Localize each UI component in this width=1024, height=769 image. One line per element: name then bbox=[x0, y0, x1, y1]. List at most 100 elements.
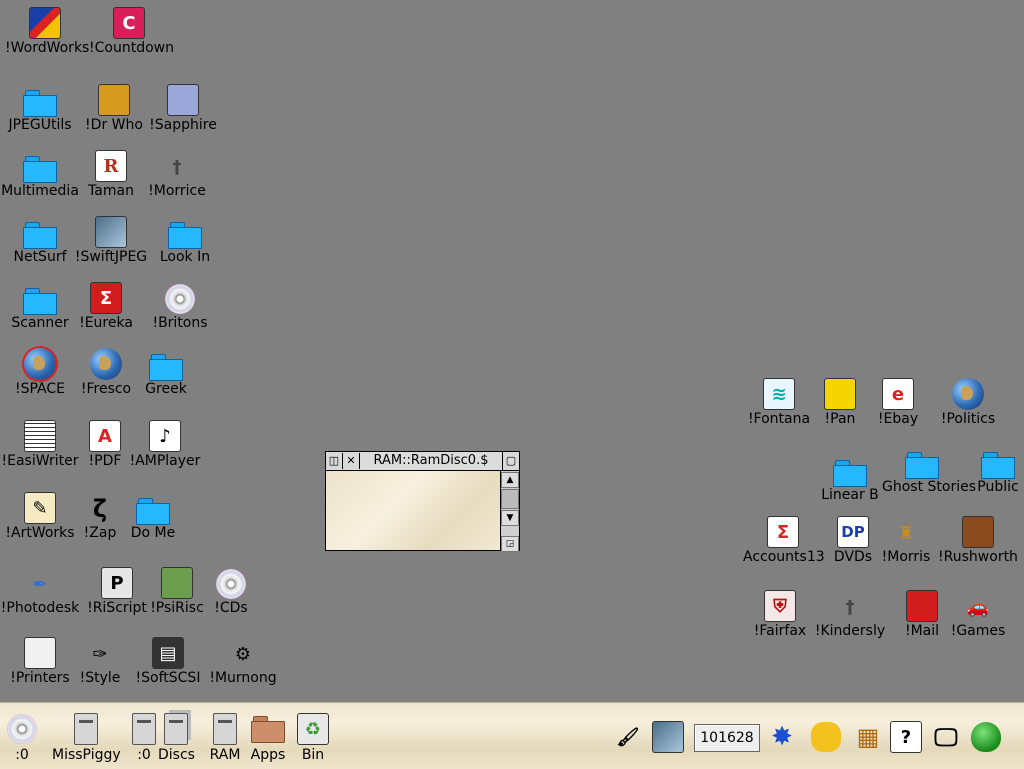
filer-work-area[interactable] bbox=[326, 471, 500, 550]
desktop-icon-label: !Dr Who bbox=[85, 117, 143, 133]
desktop-icon-label: !WordWorks bbox=[5, 40, 90, 56]
desktop-icon[interactable]: !SwiftJPEG bbox=[71, 214, 151, 265]
back-icon[interactable]: ◫ bbox=[326, 453, 343, 469]
desktop-icon[interactable]: ▤ !SoftSCSI bbox=[128, 635, 208, 686]
psion-icon bbox=[161, 567, 193, 599]
desktop-icon-label: !Morris bbox=[881, 549, 931, 565]
filer-window[interactable]: ◫ ✕ RAM::RamDisc0.$ ▢ ▲ ▼ ◲ bbox=[325, 451, 520, 552]
vertical-scrollbar[interactable]: ▲ ▼ ◲ bbox=[500, 471, 519, 552]
desktop-icon[interactable]: Do Me bbox=[113, 490, 193, 541]
desktop-icon[interactable]: !CDs bbox=[191, 565, 271, 616]
writer-icon bbox=[24, 420, 56, 452]
desktop-icon-label: NetSurf bbox=[13, 249, 67, 265]
dp-icon: DP bbox=[837, 516, 869, 548]
desktop-icon-label: !Fairfax bbox=[753, 623, 807, 639]
scroll-up-icon[interactable]: ▲ bbox=[501, 472, 519, 488]
iconbar-label: :0 bbox=[137, 747, 151, 763]
desktop-icon-label: !SwiftJPEG bbox=[74, 249, 148, 265]
recycle-bin-icon: ♻ bbox=[297, 713, 329, 745]
folder-icon bbox=[833, 460, 867, 487]
iconbar-item[interactable]: :0 bbox=[4, 711, 40, 763]
desktop-icon[interactable]: ⛨ !Fairfax bbox=[740, 588, 820, 639]
desktop-icon[interactable]: !Sapphire bbox=[143, 82, 223, 133]
desktop-icon-label: Linear B bbox=[821, 487, 879, 503]
close-icon[interactable]: ✕ bbox=[343, 453, 360, 469]
hard-drive-icon bbox=[74, 713, 99, 745]
clock-display[interactable]: 101628 bbox=[694, 724, 760, 752]
drwho-icon bbox=[98, 84, 130, 116]
desktop-icon[interactable]: Multimedia bbox=[0, 148, 80, 199]
resize-icon[interactable]: ◲ bbox=[501, 536, 519, 552]
desktop-icon[interactable]: † !Kindersly bbox=[810, 588, 890, 640]
desktop-icon[interactable]: ♪ !AMPlayer bbox=[125, 418, 205, 469]
floppy-drive-icon bbox=[132, 713, 156, 745]
desktop-icon[interactable]: JPEGUtils bbox=[0, 82, 80, 133]
desktop-icon[interactable]: Greek bbox=[126, 346, 206, 397]
castle-icon: ♜ bbox=[897, 522, 915, 544]
desktop-icon[interactable]: Look In bbox=[145, 214, 225, 265]
desktop-icon[interactable]: !Rushworth bbox=[938, 514, 1018, 565]
desktop-icon[interactable]: !Britons bbox=[140, 280, 220, 331]
iconbar-label: Bin bbox=[301, 747, 325, 763]
desktop-icon-label: Do Me bbox=[130, 525, 176, 541]
desktop-icon-label: !Ebay bbox=[877, 411, 919, 427]
wordworks-icon bbox=[29, 7, 61, 39]
desktop-icon[interactable]: Σ !Eureka bbox=[66, 280, 146, 331]
desktop-icon-label: !Photodesk bbox=[0, 600, 80, 616]
folder-icon bbox=[981, 452, 1015, 479]
ram-drive-icon bbox=[213, 713, 237, 745]
iconbar-item[interactable]: ? bbox=[888, 719, 924, 755]
iconbar-item[interactable]: ▦ bbox=[850, 719, 886, 755]
iconbar-label: Apps bbox=[250, 747, 286, 763]
desktop-icon[interactable]: 🚗 !Games bbox=[938, 588, 1018, 640]
accounts-icon: Σ bbox=[767, 516, 799, 548]
desktop-icon[interactable]: C !Countdown bbox=[89, 5, 174, 56]
filer-title-bar[interactable]: ◫ ✕ RAM::RamDisc0.$ ▢ bbox=[326, 452, 519, 471]
desktop-icon[interactable]: NetSurf bbox=[0, 214, 80, 265]
iconbar-label: MissPiggy bbox=[52, 747, 121, 763]
desktop-icon[interactable]: !WordWorks bbox=[5, 5, 90, 56]
scroll-thumb[interactable] bbox=[501, 489, 519, 509]
window-title[interactable]: RAM::RamDisc0.$ bbox=[360, 452, 503, 470]
scroll-down-icon[interactable]: ▼ bbox=[501, 510, 519, 526]
iconbar-item[interactable]: ✸ bbox=[764, 719, 800, 755]
car-icon: 🚗 bbox=[966, 596, 990, 618]
desktop-icon[interactable]: † !Morrice bbox=[137, 148, 217, 200]
floppy-icon: ▤ bbox=[152, 637, 184, 669]
iconbar-item[interactable]: Apps bbox=[250, 711, 286, 763]
desktop-icon[interactable]: e !Ebay bbox=[858, 376, 938, 427]
desktop-icon[interactable]: !Dr Who bbox=[74, 82, 154, 133]
desktop-icon-label: Look In bbox=[159, 249, 211, 265]
acorn-icon bbox=[971, 722, 1001, 752]
dagger-icon: † bbox=[845, 596, 855, 618]
iconbar-item[interactable]: Discs bbox=[158, 711, 195, 763]
toggle-size-icon[interactable]: ▢ bbox=[503, 453, 519, 469]
desktop-icon[interactable]: Public bbox=[958, 444, 1024, 495]
desktop-icon-label: !Rushworth bbox=[938, 549, 1018, 565]
desktop-icon[interactable]: ♜ !Morris bbox=[866, 514, 946, 566]
desktop-icon[interactable]: ⚙ !Murnong bbox=[203, 635, 283, 687]
desktop-icon[interactable]: !Politics bbox=[928, 376, 1008, 427]
document-icon: R bbox=[95, 150, 127, 182]
desktop-icon-label: !Britons bbox=[152, 315, 208, 331]
iconbar-item[interactable]: MissPiggy bbox=[52, 711, 121, 763]
sapphire-icon bbox=[167, 84, 199, 116]
iconbar-item[interactable] bbox=[808, 719, 844, 755]
iconbar-item[interactable]: 🖌 bbox=[610, 719, 646, 755]
desktop-icon[interactable]: Σ Accounts13 bbox=[743, 514, 825, 565]
iconbar-item[interactable]: :0 bbox=[126, 711, 162, 763]
desktop-icon-label: JPEGUtils bbox=[8, 117, 72, 133]
desktop-icon-label: !CDs bbox=[214, 600, 248, 616]
mouse-icon bbox=[811, 722, 841, 752]
iconbar-item[interactable]: RAM bbox=[207, 711, 243, 763]
iconbar-item[interactable]: 🖵 bbox=[928, 719, 964, 755]
desktop-icon-label: !Murnong bbox=[209, 670, 277, 686]
calculator-icon: ▦ bbox=[856, 723, 880, 751]
pdf-icon: A bbox=[89, 420, 121, 452]
desktop-icon[interactable]: Ghost Stories bbox=[882, 444, 976, 495]
desktop-icon[interactable]: Linear B bbox=[810, 452, 890, 503]
iconbar-item[interactable] bbox=[968, 719, 1004, 755]
iconbar-item[interactable]: ♻ Bin bbox=[295, 711, 331, 763]
iconbar-item[interactable] bbox=[650, 719, 686, 755]
desktop-icon[interactable]: ✒ !Photodesk bbox=[0, 565, 80, 617]
